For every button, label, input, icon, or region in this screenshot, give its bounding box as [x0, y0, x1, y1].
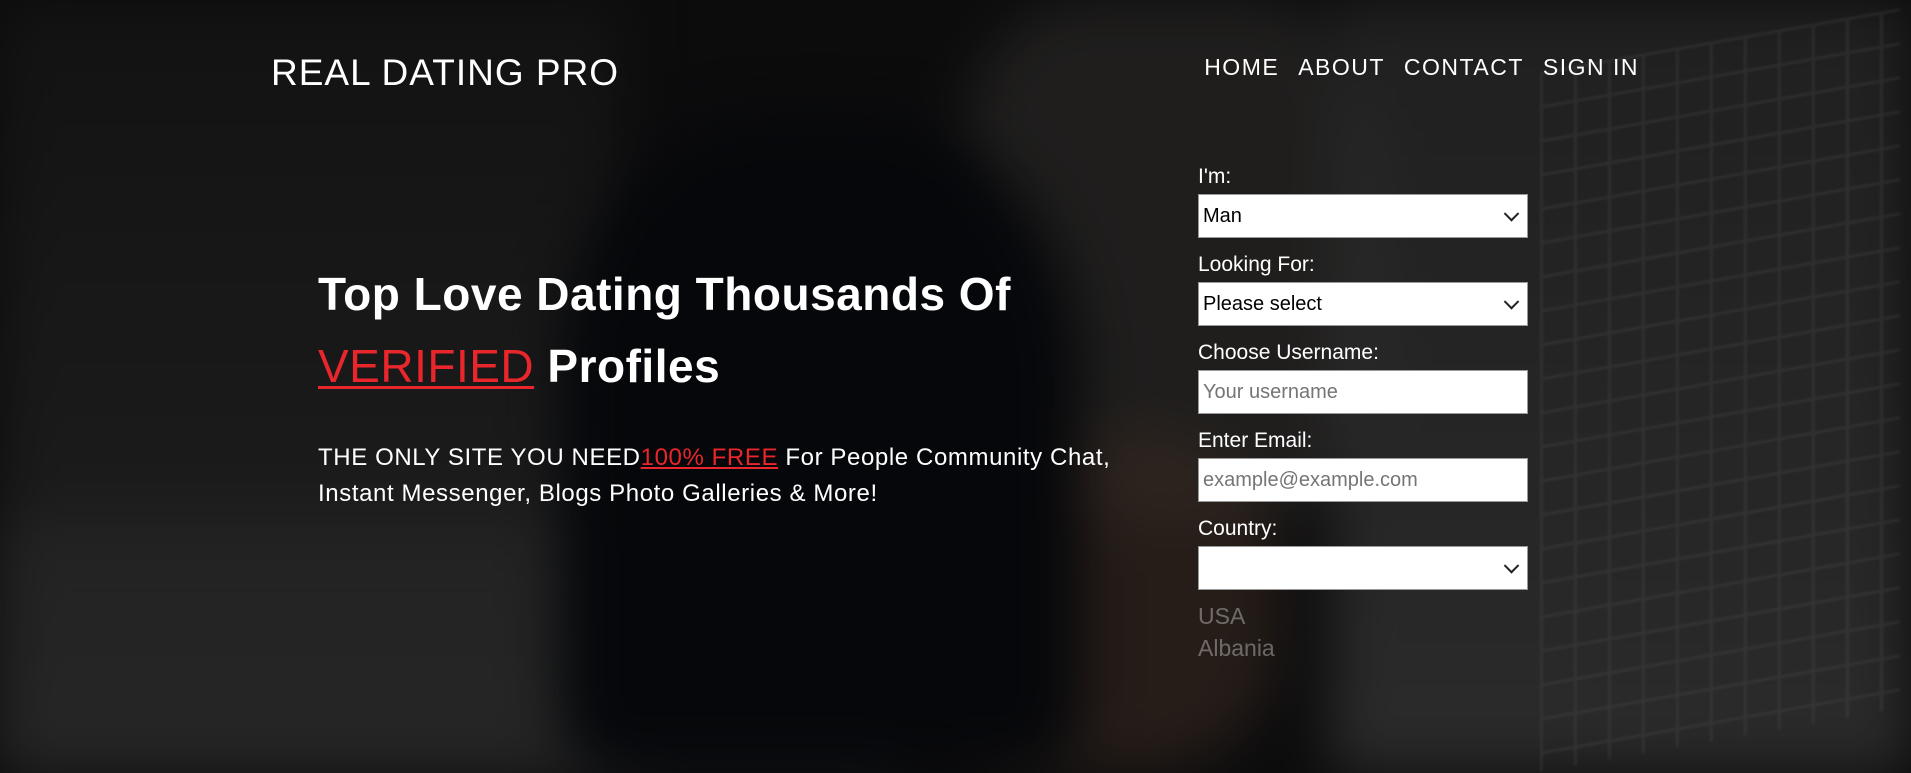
username-input[interactable]: Your username	[1198, 370, 1528, 414]
hero-title-rest: Profiles	[534, 340, 721, 392]
chevron-down-icon	[1503, 294, 1520, 310]
looking-for-select[interactable]: Please select	[1198, 282, 1528, 326]
signup-form: I'm: Man Looking For: Please select Choo…	[1198, 160, 1528, 664]
hero-title-verified: VERIFIED	[318, 340, 535, 392]
nav-about-link[interactable]: ABOUT	[1298, 54, 1385, 81]
email-label: Enter Email:	[1198, 429, 1313, 452]
country-option-albania[interactable]: Albania	[1198, 632, 1528, 664]
username-placeholder: Your username	[1203, 380, 1338, 403]
nav-contact-link[interactable]: CONTACT	[1404, 54, 1524, 81]
site-logo[interactable]: REAL DATING PRO	[271, 52, 619, 94]
looking-for-select-value: Please select	[1203, 292, 1322, 315]
email-input[interactable]: example@example.com	[1198, 458, 1528, 502]
country-option-usa[interactable]: USA	[1198, 600, 1528, 632]
hero-section: Top Love Dating Thousands Of VERIFIED Pr…	[318, 258, 1138, 512]
im-select[interactable]: Man	[1198, 194, 1528, 238]
hero-title: Top Love Dating Thousands Of VERIFIED Pr…	[318, 258, 1138, 402]
main-nav: HOME ABOUT CONTACT SIGN IN	[1185, 54, 1639, 81]
looking-for-label: Looking For:	[1198, 253, 1315, 276]
im-label: I'm:	[1198, 165, 1232, 188]
chevron-down-icon	[1503, 558, 1520, 574]
country-options: USA Albania	[1198, 600, 1528, 664]
chevron-down-icon	[1503, 206, 1520, 222]
im-select-value: Man	[1203, 204, 1242, 227]
country-label: Country:	[1198, 517, 1278, 540]
hero-sub-prefix: THE ONLY SITE YOU NEED	[318, 444, 641, 471]
username-label: Choose Username:	[1198, 341, 1379, 364]
hero-subtitle: THE ONLY SITE YOU NEED100% FREE For Peop…	[318, 440, 1138, 512]
nav-sign-in-link[interactable]: SIGN IN	[1543, 54, 1639, 81]
country-select[interactable]	[1198, 546, 1528, 590]
email-placeholder: example@example.com	[1203, 468, 1418, 491]
hero-sub-free: 100% FREE	[640, 444, 779, 471]
hero-title-line1: Top Love Dating Thousands Of	[318, 268, 1011, 320]
nav-home-link[interactable]: HOME	[1204, 54, 1279, 81]
